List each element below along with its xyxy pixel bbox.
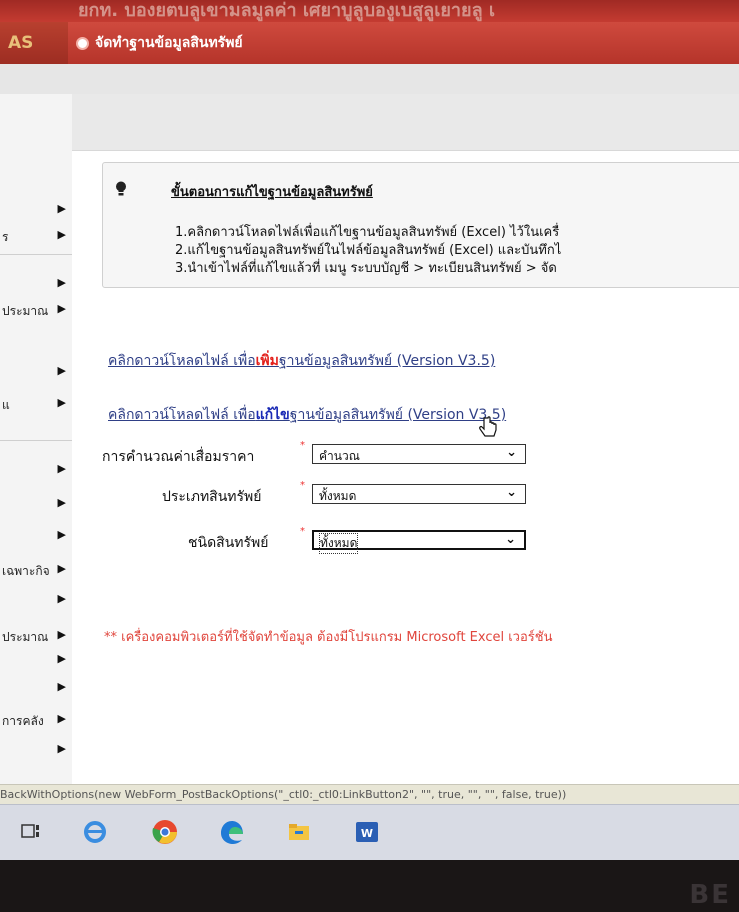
arrow-right-icon: ▶ [57, 628, 66, 641]
chevron-down-icon: ⌄ [506, 485, 517, 500]
arrow-right-icon: ▶ [57, 276, 66, 289]
instructions-heading: ขั้นตอนการแก้ไขฐานข้อมูลสินทรัพย์ [171, 185, 373, 200]
arrow-right-icon: ▶ [57, 496, 66, 509]
sidebar-item-label: แ [2, 398, 10, 412]
top-banner: ยกท. บองยตบลูเขามลมูลค่า เศยาบูลูบองูเบส… [0, 0, 739, 22]
sidebar-item[interactable]: ▶ [0, 460, 72, 480]
asset-type-label: ประเภทสินทรัพย์ [162, 489, 262, 505]
browser-screen: ยกท. บองยตบลูเขามลมูลค่า เศยาบูลูบองูเบส… [0, 0, 739, 860]
link-keyword: เพิ่ม [255, 353, 279, 369]
chrome-icon[interactable] [150, 817, 180, 847]
instruction-step: 3.นำเข้าไฟล์ที่แก้ไขแล้วที่ เมนู ระบบบัญ… [175, 261, 557, 276]
asset-type-row: ประเภทสินทรัพย์ * ทั้งหมด ⌄ [72, 480, 542, 506]
sidebar-item[interactable]: เฉพาะกิจ ▶ [0, 560, 72, 580]
arrow-right-icon: ▶ [57, 680, 66, 693]
sidebar-divider [0, 254, 72, 255]
hand-pointer-icon [479, 416, 497, 437]
asset-kind-label: ชนิดสินทรัพย์ [188, 535, 269, 551]
arrow-right-icon: ▶ [57, 302, 66, 315]
asset-type-select[interactable]: ทั้งหมด ⌄ [312, 484, 526, 504]
arrow-right-icon: ▶ [57, 652, 66, 665]
requirement-note: ** เครื่องคอมพิวเตอร์ที่ใช้จัดทำข้อมูล ต… [104, 630, 553, 645]
sidebar-item[interactable]: ▶ [0, 362, 72, 382]
sidebar-item-label: การคลัง [2, 714, 44, 728]
sidebar-item[interactable]: ▶ [0, 678, 72, 698]
word-icon[interactable]: W [352, 817, 382, 847]
bullet-icon [76, 36, 89, 50]
svg-text:W: W [361, 827, 373, 840]
arrow-right-icon: ▶ [57, 396, 66, 409]
toolbar-strip [0, 64, 739, 95]
link-text: ฐานข้อมูลสินทรัพย์ (Version V3.5) [278, 353, 496, 369]
page-title: จัดทำฐานข้อมูลสินทรัพย์ [95, 35, 243, 51]
status-bar: BackWithOptions(new WebForm_PostBackOpti… [0, 784, 739, 805]
link-text: คลิกดาวน์โหลดไฟล์ เพื่อ [108, 353, 256, 369]
sidebar-item[interactable]: ประมาณ ▶ [0, 626, 72, 646]
sidebar-item-label: เฉพาะกิจ [2, 564, 50, 578]
select-value: ทั้งหมด [319, 489, 357, 503]
sidebar-item[interactable]: ▶ [0, 650, 72, 670]
sidebar-item[interactable]: ▶ [0, 200, 72, 220]
instructions-box: ขั้นตอนการแก้ไขฐานข้อมูลสินทรัพย์ 1.คลิก… [102, 162, 739, 288]
arrow-right-icon: ▶ [57, 562, 66, 575]
sidebar-item-label: ร [2, 230, 9, 244]
required-marker: * [300, 526, 305, 537]
monitor-bezel-logo: BE [689, 880, 731, 910]
content-header-strip [72, 94, 739, 151]
sidebar-menu: ▶ ร ▶ ▶ ประมาณ ▶ ▶ แ ▶ ▶ ▶ ▶ เฉพาะกิจ ▶ ▶ ปร… [0, 94, 73, 784]
edge-icon[interactable] [218, 817, 248, 847]
depreciation-select[interactable]: คำนวณ ⌄ [312, 444, 526, 464]
arrow-right-icon: ▶ [57, 742, 66, 755]
arrow-right-icon: ▶ [57, 712, 66, 725]
windows-taskbar: W [0, 804, 739, 860]
arrow-right-icon: ▶ [57, 228, 66, 241]
sidebar-item-label: ประมาณ [2, 304, 49, 318]
sidebar-divider [0, 440, 72, 441]
sidebar-item[interactable]: ▶ [0, 740, 72, 760]
app-logo: AS [0, 22, 68, 64]
sidebar-item[interactable]: ประมาณ ▶ [0, 300, 72, 320]
lightbulb-icon [116, 181, 126, 196]
sidebar-item[interactable]: ▶ [0, 274, 72, 294]
required-marker: * [300, 480, 305, 491]
arrow-right-icon: ▶ [57, 202, 66, 215]
sidebar-item-label: ประมาณ [2, 630, 49, 644]
sidebar-item[interactable]: การคลัง ▶ [0, 710, 72, 730]
page-title-bar: จัดทำฐานข้อมูลสินทรัพย์ [68, 22, 739, 64]
task-view-icon[interactable] [16, 817, 46, 847]
depreciation-row: การคำนวณค่าเสื่อมราคา * คำนวณ ⌄ [72, 440, 542, 466]
arrow-right-icon: ▶ [57, 592, 66, 605]
required-marker: * [300, 440, 305, 451]
download-add-link[interactable]: คลิกดาวน์โหลดไฟล์ เพื่อเพิ่มฐานข้อมูลสิน… [108, 350, 495, 372]
select-value: ทั้งหมด [318, 533, 359, 554]
select-value: คำนวณ [319, 449, 360, 463]
link-keyword: แก้ไข [255, 407, 290, 423]
chevron-down-icon: ⌄ [505, 532, 516, 547]
sidebar-item[interactable]: ▶ [0, 526, 72, 546]
arrow-right-icon: ▶ [57, 462, 66, 475]
file-explorer-icon[interactable] [284, 817, 314, 847]
sidebar-item[interactable]: แ ▶ [0, 394, 72, 414]
asset-kind-row: ชนิดสินทรัพย์ * ทั้งหมด ⌄ [72, 526, 542, 554]
download-edit-link[interactable]: คลิกดาวน์โหลดไฟล์ เพื่อแก้ไขฐานข้อมูลสิน… [108, 404, 506, 426]
sidebar-item[interactable]: ▶ [0, 590, 72, 610]
internet-explorer-icon[interactable] [80, 817, 110, 847]
sidebar-item[interactable]: ร ▶ [0, 226, 72, 246]
arrow-right-icon: ▶ [57, 364, 66, 377]
link-text: คลิกดาวน์โหลดไฟล์ เพื่อ [108, 407, 256, 423]
sidebar-item[interactable]: ▶ [0, 494, 72, 514]
main-content: ขั้นตอนการแก้ไขฐานข้อมูลสินทรัพย์ 1.คลิก… [72, 94, 739, 784]
asset-kind-select[interactable]: ทั้งหมด ⌄ [312, 530, 526, 554]
depreciation-label: การคำนวณค่าเสื่อมราคา [102, 449, 255, 465]
arrow-right-icon: ▶ [57, 528, 66, 541]
chevron-down-icon: ⌄ [506, 445, 517, 460]
link-text: ฐานข้อมูลสินทรัพย์ (Version V3.5) [289, 407, 507, 423]
